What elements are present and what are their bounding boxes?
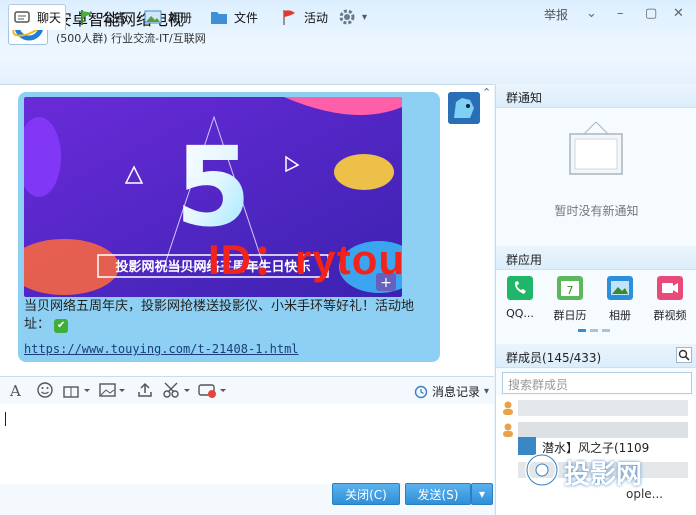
list-item[interactable]: [496, 398, 696, 420]
tab-files-label: 文件: [234, 10, 259, 25]
font-icon[interactable]: A: [10, 382, 21, 400]
tab-chat[interactable]: 聊天: [8, 4, 66, 30]
tab-chat-label: 聊天: [37, 11, 62, 25]
blurred-member-name: [518, 400, 688, 416]
image-icon: [99, 383, 125, 397]
tab-album-label: 相册: [168, 10, 193, 25]
clock-icon: [414, 385, 428, 398]
upload-button[interactable]: [136, 381, 154, 402]
id-watermark: ID：rytou: [208, 236, 406, 283]
member-search-input[interactable]: 搜索群成员: [502, 372, 692, 394]
gear-icon: [339, 9, 355, 25]
settings-menu[interactable]: ▾: [338, 4, 367, 30]
apps-header: 群应用: [496, 246, 696, 270]
emoji-button[interactable]: [36, 381, 54, 402]
gift-button[interactable]: [62, 381, 90, 402]
no-notice-text: 暂时没有新通知: [554, 204, 639, 218]
screenshot-button[interactable]: [162, 381, 192, 402]
text-caret: [5, 412, 6, 426]
member-avatar-icon: [503, 401, 513, 415]
members-header: 群成员(145/433): [496, 344, 696, 368]
message-input[interactable]: [0, 404, 494, 484]
right-panel: 群通知 暂时没有新通知 群应用 QQ... 7 群日历 相册 群视频 群成员(1…: [495, 84, 696, 515]
smiley-icon: [37, 382, 53, 398]
app-qq-label: QQ...: [506, 307, 534, 320]
album-icon: [607, 276, 633, 300]
message-history-label: 消息记录: [432, 385, 481, 399]
scroll-up-icon[interactable]: ⌃: [482, 86, 491, 99]
message-history-button[interactable]: 消息记录 ▾: [414, 383, 489, 400]
group-toolbar: [0, 52, 696, 84]
member-search-icon[interactable]: [676, 347, 692, 363]
minimize-button[interactable]: –: [617, 6, 624, 21]
app-video[interactable]: 群视频: [650, 276, 690, 323]
notice-board-icon: [569, 121, 623, 175]
menu-dropdown-button[interactable]: ⌄: [586, 6, 597, 21]
touying-logo-icon: [525, 453, 559, 487]
app-calendar[interactable]: 7 群日历: [550, 276, 590, 323]
app-calendar-label: 群日历: [553, 309, 587, 322]
video-icon: [657, 276, 683, 300]
app-video-label: 群视频: [653, 309, 687, 322]
image-button[interactable]: [98, 381, 126, 402]
send-options-button[interactable]: ▾: [471, 483, 493, 505]
message-tools-button[interactable]: [198, 381, 228, 402]
photo-icon: [144, 10, 162, 24]
app-album[interactable]: 相册: [600, 276, 640, 323]
chevron-down-icon: ▾: [362, 11, 368, 23]
close-window-button[interactable]: ✕: [673, 6, 684, 21]
upload-icon: [138, 382, 152, 397]
chat-icon: [14, 10, 30, 23]
chevron-down-icon: ▾: [484, 386, 490, 397]
tab-activity[interactable]: 活动: [280, 4, 328, 30]
notice-header: 群通知: [496, 84, 696, 108]
tab-files[interactable]: 文件: [210, 4, 258, 30]
send-button[interactable]: 发送(S): [405, 483, 471, 505]
gift-icon: [63, 386, 90, 398]
calendar-day: 7: [567, 284, 574, 297]
apps-pager[interactable]: [578, 329, 610, 332]
calendar-icon: 7: [557, 276, 583, 300]
report-link[interactable]: 举报: [544, 6, 568, 23]
message-tool-icon: [198, 384, 226, 398]
close-button[interactable]: 关闭(C): [332, 483, 400, 505]
pager-dot[interactable]: [590, 329, 598, 332]
tab-activity-label: 活动: [304, 10, 329, 25]
phone-icon: [507, 276, 533, 300]
sender-avatar[interactable]: [448, 92, 480, 124]
app-qq-call[interactable]: QQ...: [500, 276, 540, 320]
activity-link[interactable]: https://www.touying.com/t-21408-1.html: [24, 342, 299, 356]
tab-album[interactable]: 相册: [144, 4, 192, 30]
group-subtitle: (500人群) 行业交流-IT/互联网: [56, 32, 206, 45]
tab-announcement-label: 公告: [102, 10, 127, 25]
maximize-button[interactable]: ▢: [645, 6, 657, 21]
pager-dot[interactable]: [602, 329, 610, 332]
message-text: 当贝网络五周年庆，投影网抢楼送投影仪、小米手环等好礼！活动地址： ✔: [24, 299, 415, 333]
scissors-icon: [163, 382, 190, 398]
dog-avatar-icon: [448, 92, 480, 124]
folder-icon: [211, 12, 227, 24]
red-flag-icon: [283, 10, 295, 25]
app-album-label: 相册: [609, 309, 631, 322]
tab-announcement[interactable]: 公告: [78, 4, 126, 30]
touying-watermark: 投影网: [564, 460, 643, 490]
flag-icon: [81, 10, 93, 25]
verified-emoji-icon: ✔: [54, 319, 69, 333]
pager-dot[interactable]: [578, 329, 586, 332]
